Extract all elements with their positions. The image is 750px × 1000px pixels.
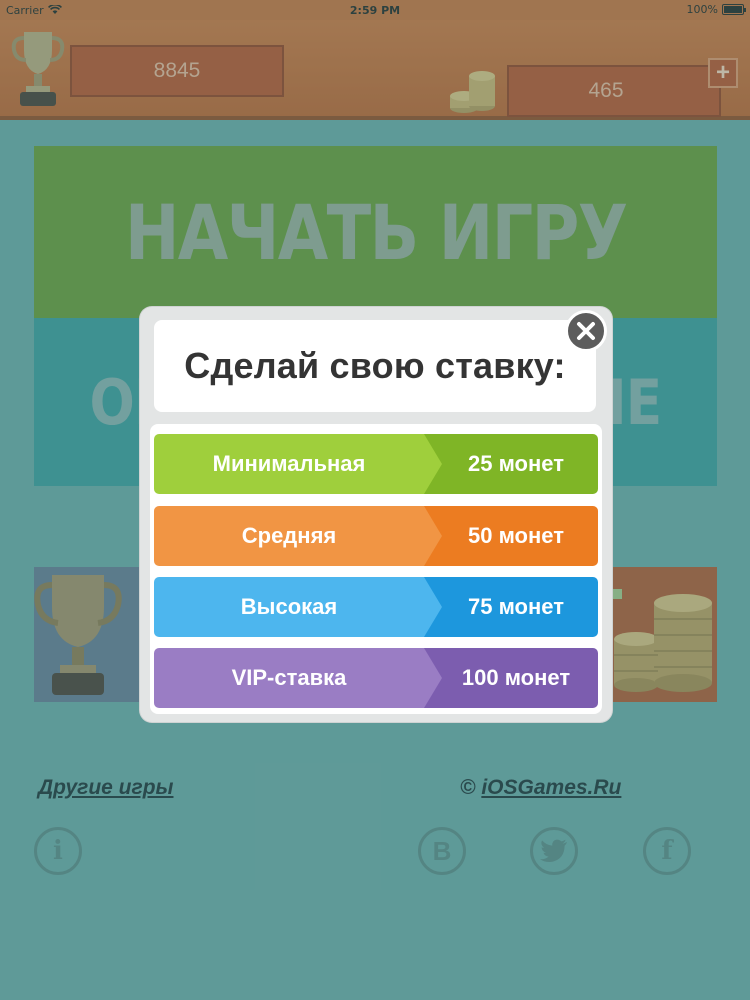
bet-name-cell: VIP-ставка: [154, 648, 442, 708]
bet-name-cell: Средняя: [154, 506, 442, 566]
bet-name-cell: Высокая: [154, 577, 442, 637]
bet-option-minimum[interactable]: Минимальная 25 монет: [154, 434, 598, 494]
bet-name: Средняя: [241, 523, 337, 548]
bet-price: 75 монет: [467, 594, 564, 619]
bet-options-panel: Минимальная 25 монет Средняя 50 монет Вы…: [150, 424, 602, 714]
bet-name: Минимальная: [212, 451, 366, 476]
bet-name-cell: Минимальная: [154, 434, 442, 494]
dialog-title-box: Сделай свою ставку:: [154, 320, 596, 412]
close-icon: [577, 322, 595, 340]
bet-price: 50 монет: [467, 523, 564, 548]
close-dialog-button[interactable]: [565, 310, 607, 352]
bet-option-high[interactable]: Высокая 75 монет: [154, 577, 598, 637]
bet-price: 100 монет: [461, 665, 571, 690]
bet-name: Высокая: [240, 594, 338, 619]
bet-option-vip[interactable]: VIP-ставка 100 монет: [154, 648, 598, 708]
bet-name: VIP-ставка: [231, 665, 347, 690]
bet-price: 25 монет: [467, 451, 564, 476]
bet-price-cell: 25 монет: [424, 434, 598, 494]
bet-dialog: Сделай свою ставку: Минимальная 25 монет…: [140, 307, 612, 722]
bet-price-cell: 75 монет: [424, 577, 598, 637]
bet-option-medium[interactable]: Средняя 50 монет: [154, 506, 598, 566]
bet-price-cell: 100 монет: [424, 648, 598, 708]
bet-price-cell: 50 монет: [424, 506, 598, 566]
dialog-title: Сделай свою ставку:: [184, 345, 566, 386]
